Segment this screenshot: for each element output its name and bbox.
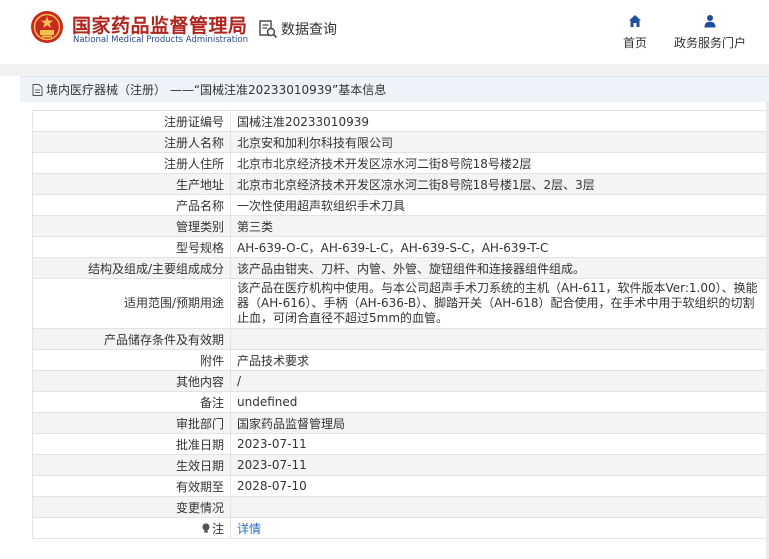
table-row: 结构及组成/主要组成成分 该产品由钳夹、刀杆、内管、外管、旋钮组件和连接器组件组成…	[32, 257, 769, 279]
note-label-cell: 注	[32, 517, 231, 539]
field-value: 2028-07-10	[230, 475, 769, 497]
field-value: 产品技术要求	[230, 349, 769, 371]
field-value: 第三类	[230, 215, 769, 237]
table-row: 附件 产品技术要求	[32, 349, 769, 371]
field-label: 产品名称	[32, 194, 231, 216]
table-row: 生效日期 2023-07-11	[32, 454, 769, 476]
field-value: 北京市北京经济技术开发区凉水河二街8号院18号楼2层	[230, 152, 769, 174]
field-value	[230, 496, 769, 518]
note-label: 注	[201, 520, 224, 537]
breadcrumb-text: 境内医疗器械（注册） ——“国械注准20233010939”基本信息	[46, 83, 387, 97]
document-icon	[32, 83, 43, 96]
field-label: 注册人住所	[32, 152, 231, 174]
field-value: 2023-07-11	[230, 433, 769, 455]
field-label: 备注	[32, 391, 231, 413]
data-query-label: 数据查询	[281, 22, 337, 38]
breadcrumb: 境内医疗器械（注册） ——“国械注准20233010939”基本信息	[20, 76, 769, 102]
field-value	[230, 328, 769, 350]
table-row: 适用范围/预期用途 该产品在医疗机构中使用。与本公司超声手术刀系统的主机（AH-6…	[32, 278, 769, 329]
table-row: 生产地址 北京市北京经济技术开发区凉水河二街8号院18号楼1层、2层、3层	[32, 173, 769, 195]
site-header: 国家药品监督管理局 National Medical Products Admi…	[0, 0, 769, 64]
field-value: 北京市北京经济技术开发区凉水河二街8号院18号楼1层、2层、3层	[230, 173, 769, 195]
field-label: 生效日期	[32, 454, 231, 476]
table-row: 批准日期 2023-07-11	[32, 433, 769, 455]
table-row: 产品名称 一次性使用超声软组织手术刀具	[32, 194, 769, 216]
field-value: 该产品由钳夹、刀杆、内管、外管、旋钮组件和连接器组件组成。	[230, 257, 769, 279]
table-row: 注册证编号 国械注准20233010939	[32, 110, 769, 132]
field-label: 结构及组成/主要组成成分	[32, 257, 231, 279]
home-icon	[629, 15, 641, 27]
table-row: 变更情况	[32, 496, 769, 518]
table-row: 产品储存条件及有效期	[32, 328, 769, 350]
field-label: 注册人名称	[32, 131, 231, 153]
field-label: 型号规格	[32, 236, 231, 258]
field-label: 有效期至	[32, 475, 231, 497]
details-link[interactable]: 详情	[237, 522, 261, 536]
field-value: 国家药品监督管理局	[230, 412, 769, 434]
table-row: 注册人住所 北京市北京经济技术开发区凉水河二街8号院18号楼2层	[32, 152, 769, 174]
field-label: 其他内容	[32, 370, 231, 392]
field-value: 2023-07-11	[230, 454, 769, 476]
nav-services-label: 政务服务门户	[673, 36, 746, 50]
document-search-icon	[259, 20, 278, 39]
field-label: 附件	[32, 349, 231, 371]
field-label: 管理类别	[32, 215, 231, 237]
note-label-text: 注	[211, 521, 224, 536]
brand-name-en: National Medical Products Administration	[73, 35, 248, 45]
brand-name-cn: 国家药品监督管理局	[72, 15, 248, 37]
field-value: 北京安和加利尔科技有限公司	[230, 131, 769, 153]
nav-services-portal[interactable]: 政务服务门户	[670, 14, 750, 51]
field-value: undefined	[230, 391, 769, 413]
field-value: AH-639-O-C，AH-639-L-C，AH-639-S-C，AH-639-…	[230, 236, 769, 258]
field-label: 产品储存条件及有效期	[32, 328, 231, 350]
field-label: 适用范围/预期用途	[32, 278, 231, 329]
field-label: 审批部门	[32, 412, 231, 434]
table-row: 型号规格 AH-639-O-C，AH-639-L-C，AH-639-S-C，AH-…	[32, 236, 769, 258]
table-row: 管理类别 第三类	[32, 215, 769, 237]
header-divider	[0, 64, 769, 76]
field-value: 该产品在医疗机构中使用。与本公司超声手术刀系统的主机（AH-611，软件版本Ve…	[230, 278, 769, 329]
national-emblem-icon	[31, 11, 63, 43]
field-label: 批准日期	[32, 433, 231, 455]
nav-home[interactable]: 首页	[620, 14, 650, 51]
table-row: 注册人名称 北京安和加利尔科技有限公司	[32, 131, 769, 153]
field-label: 注册证编号	[32, 110, 231, 132]
table-row: 注 详情	[32, 517, 769, 539]
field-label: 生产地址	[32, 173, 231, 195]
lightbulb-icon	[202, 522, 210, 533]
details-cell: 详情	[230, 517, 769, 539]
user-icon	[704, 15, 716, 28]
table-row: 有效期至 2028-07-10	[32, 475, 769, 497]
table-row: 备注 undefined	[32, 391, 769, 413]
data-query-link[interactable]: 数据查询	[258, 17, 337, 41]
field-label: 变更情况	[32, 496, 231, 518]
table-row: 其他内容 /	[32, 370, 769, 392]
nav-home-label: 首页	[622, 36, 647, 50]
field-value: /	[230, 370, 769, 392]
field-value: 国械注准20233010939	[230, 110, 769, 132]
field-value: 一次性使用超声软组织手术刀具	[230, 194, 769, 216]
registration-info-table: 注册证编号 国械注准20233010939 注册人名称 北京安和加利尔科技有限公司 …	[32, 110, 769, 539]
table-row: 审批部门 国家药品监督管理局	[32, 412, 769, 434]
